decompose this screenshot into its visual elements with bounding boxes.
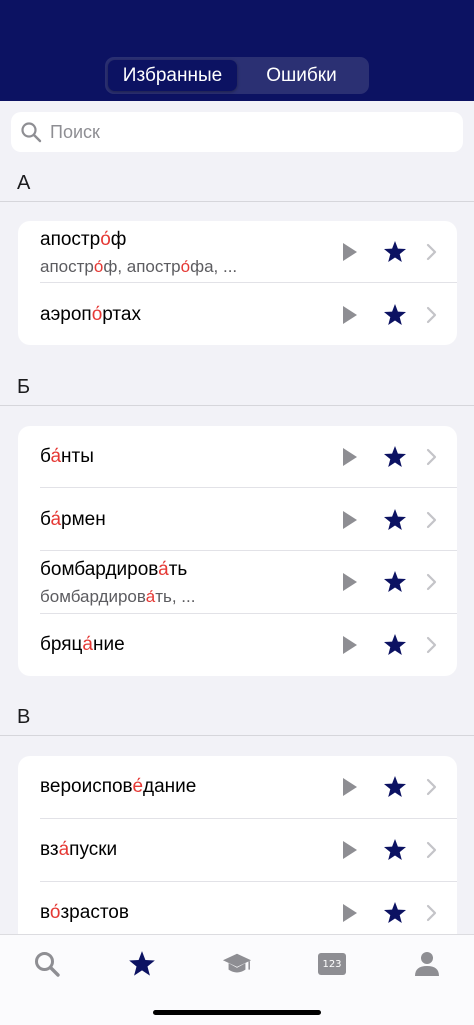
tab-search[interactable] [32, 949, 62, 979]
chevron-right-icon[interactable] [426, 306, 438, 324]
star-icon[interactable] [383, 508, 407, 532]
star-icon[interactable] [383, 775, 407, 799]
search-input[interactable] [50, 121, 430, 143]
list-item[interactable]: бомбардирова́ть бомбардирова́ть, ... [18, 551, 457, 614]
play-icon[interactable] [341, 903, 359, 923]
word-list-card: апостро́ф апостро́ф, апостро́фа, ... аэр… [18, 221, 457, 345]
search-icon [35, 952, 60, 977]
word-text: ба́нты [40, 446, 94, 467]
chevron-right-icon[interactable] [426, 448, 438, 466]
play-icon[interactable] [341, 447, 359, 467]
numbers-icon: 123 [318, 953, 346, 975]
list-item[interactable]: вероиспове́дание [18, 756, 457, 819]
section-header-b: Б [0, 376, 474, 406]
word-list-card: вероиспове́дание вза́пуски во́зрастов [18, 756, 457, 956]
star-icon[interactable] [383, 240, 407, 264]
chevron-right-icon[interactable] [426, 636, 438, 654]
word-text: бряца́ние [40, 634, 125, 655]
tab-errors[interactable]: Ошибки [237, 60, 366, 91]
word-text: апостро́ф [40, 229, 127, 250]
star-icon[interactable] [383, 445, 407, 469]
segmented-control: Избранные Ошибки [105, 57, 369, 94]
play-icon[interactable] [341, 510, 359, 530]
word-text: вза́пуски [40, 839, 118, 860]
tab-favorites-nav[interactable] [127, 949, 157, 979]
star-icon[interactable] [383, 901, 407, 925]
list-item[interactable]: бряца́ние [18, 614, 457, 676]
play-icon[interactable] [341, 305, 359, 325]
word-text: во́зрастов [40, 902, 129, 923]
tab-favorites[interactable]: Избранные [108, 60, 237, 91]
person-icon [415, 952, 439, 976]
word-list-card: ба́нты ба́рмен бомбардирова́ть бомбардир… [18, 426, 457, 676]
chevron-right-icon[interactable] [426, 573, 438, 591]
search-bar[interactable] [11, 112, 463, 152]
star-icon[interactable] [383, 303, 407, 327]
word-text: аэропо́ртах [40, 304, 141, 325]
top-bar: Избранные Ошибки [0, 0, 474, 101]
section-letter: Б [17, 376, 31, 398]
word-forms: апостро́ф, апостро́фа, ... [40, 257, 238, 276]
star-icon[interactable] [383, 838, 407, 862]
home-indicator [153, 1010, 321, 1015]
search-icon [21, 122, 42, 143]
tab-learning[interactable] [222, 949, 252, 979]
tab-numbers[interactable]: 123 [317, 949, 347, 979]
play-icon[interactable] [341, 572, 359, 592]
star-icon[interactable] [383, 570, 407, 594]
section-letter: А [17, 172, 31, 194]
play-icon[interactable] [341, 777, 359, 797]
star-icon[interactable] [383, 633, 407, 657]
chevron-right-icon[interactable] [426, 243, 438, 261]
list-item[interactable]: ба́рмен [18, 488, 457, 551]
word-text: бомбардирова́ть [40, 559, 188, 580]
section-header-v: В [0, 706, 474, 736]
play-icon[interactable] [341, 840, 359, 860]
play-icon[interactable] [341, 242, 359, 262]
word-text: ба́рмен [40, 509, 106, 530]
word-forms: бомбардирова́ть, ... [40, 587, 196, 606]
chevron-right-icon[interactable] [426, 904, 438, 922]
section-letter: В [17, 706, 31, 728]
graduation-cap-icon [222, 953, 252, 973]
list-item[interactable]: вза́пуски [18, 819, 457, 882]
star-icon [129, 951, 155, 976]
chevron-right-icon[interactable] [426, 511, 438, 529]
list-item[interactable]: ба́нты [18, 426, 457, 488]
chevron-right-icon[interactable] [426, 841, 438, 859]
tab-profile[interactable] [412, 949, 442, 979]
chevron-right-icon[interactable] [426, 778, 438, 796]
list-item[interactable]: аэропо́ртах [18, 283, 457, 345]
section-header-a: А [0, 172, 474, 202]
play-icon[interactable] [341, 635, 359, 655]
word-text: вероиспове́дание [40, 776, 197, 797]
list-item[interactable]: апостро́ф апостро́ф, апостро́фа, ... [18, 221, 457, 283]
